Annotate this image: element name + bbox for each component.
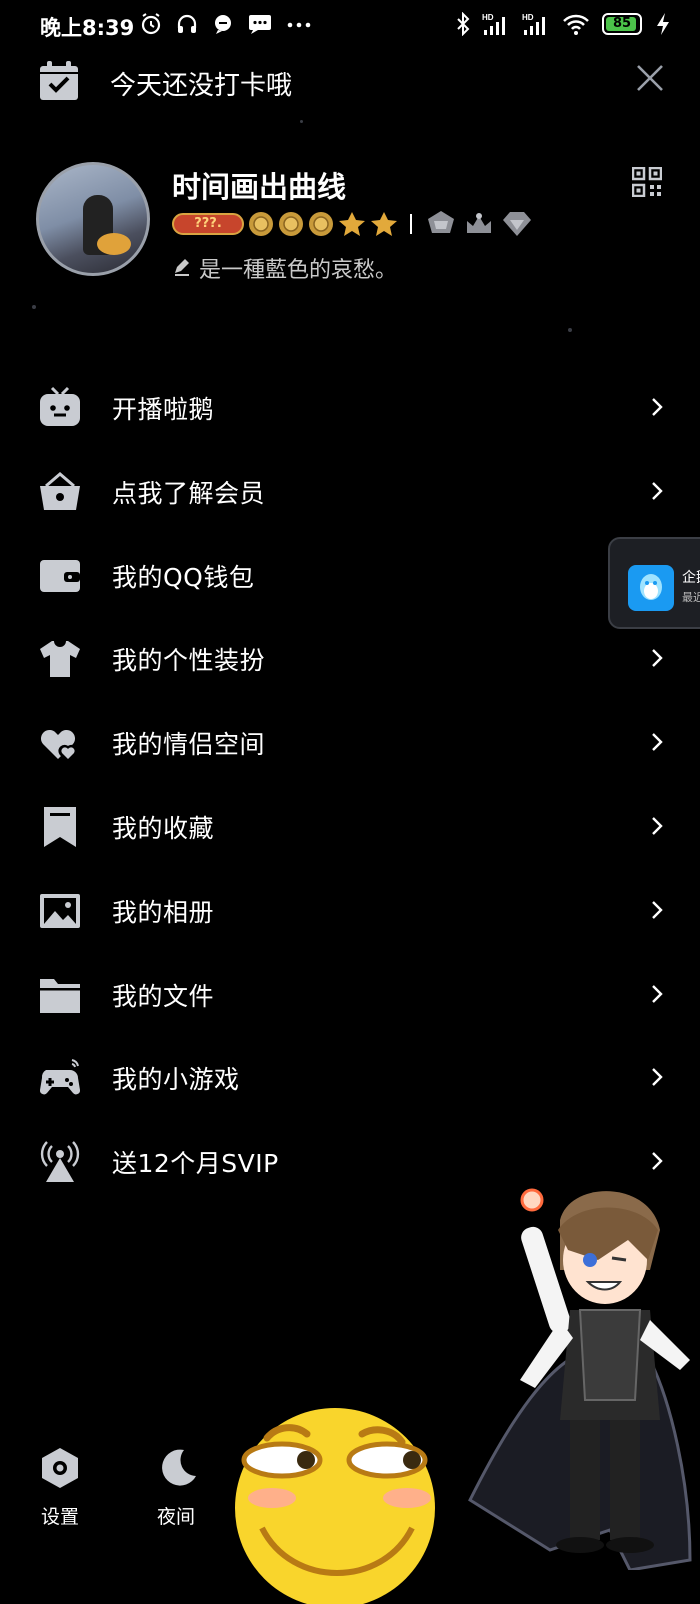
menu-label: 我的个性装扮 (112, 646, 266, 676)
profile-badges[interactable]: ???. (172, 210, 534, 238)
chevron-right-icon (652, 481, 663, 500)
app-logo-icon (628, 565, 674, 611)
chevron-right-icon (652, 733, 663, 752)
checkin-banner[interactable]: 今天还没打卡哦 (38, 60, 668, 102)
chevron-right-icon (652, 900, 663, 919)
shirt-icon (40, 641, 80, 678)
star-icon (371, 212, 397, 236)
night-mode-button[interactable]: 夜间 (136, 1446, 216, 1529)
broadcast-tower-icon (40, 1141, 80, 1183)
more-dots-icon (287, 22, 311, 28)
menu-item-live[interactable]: 开播啦鹅 (0, 366, 700, 450)
menu-label: 我的收藏 (112, 813, 215, 843)
menu-item-album[interactable]: 我的相册 (0, 869, 700, 953)
night-label: 夜间 (156, 1506, 195, 1528)
settings-button[interactable]: 设置 (20, 1446, 100, 1529)
star-icon (339, 212, 365, 236)
menu-item-files[interactable]: 我的文件 (0, 953, 700, 1037)
signal-hd-icon: HD (482, 13, 505, 35)
settings-label: 设置 (40, 1506, 79, 1528)
sun-icon (309, 212, 333, 236)
battery-level: 85 (612, 16, 632, 31)
background-star (32, 305, 36, 309)
menu-label: 我的相册 (112, 897, 215, 927)
status-left-icons (140, 12, 312, 36)
pencil-icon (175, 259, 189, 276)
gamepad-icon (39, 1059, 81, 1095)
menu-label: 我的文件 (112, 981, 215, 1011)
checkin-text: 今天还没打卡哦 (110, 71, 293, 101)
chevron-right-icon (652, 817, 663, 835)
bookmark-icon (44, 806, 76, 847)
smirk-emoji-sticker (235, 1408, 435, 1604)
profile-name[interactable]: 时间画出曲线 (172, 164, 346, 206)
battery-icon: 85 (602, 13, 642, 35)
headphones-icon (177, 14, 197, 33)
crest-icon (428, 211, 454, 233)
folder-icon (40, 978, 80, 1013)
badge-separator (410, 214, 412, 234)
sun-icon (249, 212, 273, 236)
chevron-right-icon (652, 1152, 663, 1171)
avatar[interactable] (36, 162, 150, 276)
settings-hexagon-icon (42, 1448, 78, 1488)
wallet-icon (40, 559, 80, 592)
tv-icon (40, 386, 80, 426)
menu-item-vip[interactable]: 点我了解会员 (0, 450, 700, 534)
photo-icon (40, 893, 80, 928)
menu-label: 点我了解会员 (112, 478, 266, 508)
message-icon (249, 15, 271, 34)
qr-code-icon[interactable] (632, 167, 662, 197)
background-star (568, 328, 572, 332)
calendar-check-icon (40, 61, 78, 100)
menu-item-couple-space[interactable]: 我的情侣空间 (0, 701, 700, 785)
sun-icon (279, 212, 303, 236)
popup-title: 企鹅 (682, 570, 700, 586)
svg-text:HD: HD (522, 13, 534, 22)
crown-icon (467, 213, 491, 233)
vip-basket-icon (40, 471, 80, 510)
status-right-icons: HD HD 85 (456, 12, 672, 36)
menu-item-mini-games[interactable]: 我的小游戏 (0, 1036, 700, 1120)
bluetooth-icon (457, 12, 470, 36)
menu-label: 送12个月SVIP (112, 1149, 279, 1179)
chevron-right-icon (652, 1068, 663, 1087)
mascot-character-sticker (468, 1188, 692, 1570)
menu-item-wallet[interactable]: 我的QQ钱包 (0, 534, 700, 618)
background-star (300, 120, 303, 123)
chevron-right-icon (652, 649, 663, 668)
hearts-icon (40, 730, 78, 764)
diamond-icon (503, 212, 531, 236)
status-time: 晚上8:39 (40, 16, 135, 40)
menu-item-dress-up[interactable]: 我的个性装扮 (0, 617, 700, 701)
menu-label: 我的情侣空间 (112, 730, 266, 760)
menu-item-favorites[interactable]: 我的收藏 (0, 785, 700, 869)
level-badge: ???. (172, 213, 244, 235)
menu-label: 我的QQ钱包 (112, 562, 255, 592)
menu-label: 开播啦鹅 (112, 395, 215, 424)
chevron-right-icon (652, 984, 663, 1003)
status-bar: 晚上8:39 HD HD 85 (0, 0, 700, 52)
menu-label: 我的小游戏 (112, 1065, 240, 1095)
chat-bubble-icon (215, 15, 231, 34)
close-icon[interactable] (632, 60, 668, 96)
floating-app-card[interactable]: 企鹅 最近 (608, 537, 700, 629)
signal-hd-icon: HD (522, 13, 545, 35)
wifi-icon (563, 14, 589, 35)
popup-subtitle: 最近 (682, 591, 700, 604)
signature-text: 是一種藍色的哀愁。 (199, 258, 398, 283)
charging-icon (657, 13, 669, 35)
alarm-icon (141, 13, 161, 35)
chevron-right-icon (652, 398, 663, 416)
svg-text:HD: HD (482, 13, 494, 22)
moon-icon (162, 1449, 196, 1486)
profile-signature[interactable]: 是一種藍色的哀愁。 (172, 252, 397, 284)
side-menu: 开播啦鹅 点我了解会员 我的QQ钱包 我的个性装扮 我的情侣空间 我的收藏 我的… (0, 366, 700, 1204)
